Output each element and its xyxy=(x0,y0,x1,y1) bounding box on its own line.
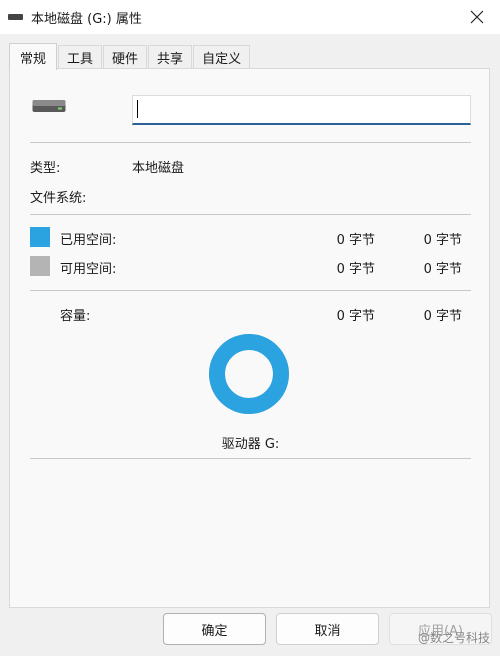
disk-usage-donut xyxy=(209,334,289,414)
free-space-label: 可用空间: xyxy=(60,262,117,277)
title-bar: 本地磁盘 (G:) 属性 xyxy=(0,0,500,34)
tab-general[interactable]: 常规 xyxy=(9,43,58,70)
type-label: 类型: xyxy=(30,161,61,176)
tab-tools[interactable]: 工具 xyxy=(58,45,103,69)
used-space-bytes: 0 字节 xyxy=(336,233,375,248)
donut-used-ring xyxy=(209,334,289,414)
free-space-bytes: 0 字节 xyxy=(336,262,375,277)
type-value: 本地磁盘 xyxy=(132,161,185,176)
capacity-size: 0 字节 xyxy=(423,309,462,324)
free-space-swatch xyxy=(30,256,50,276)
free-space-size: 0 字节 xyxy=(423,262,462,277)
capacity-label: 容量: xyxy=(60,309,91,324)
general-panel: 类型: 本地磁盘 文件系统: 已用空间: 0 字节 0 字节 可用空间: 0 字… xyxy=(9,68,490,608)
tab-hardware[interactable]: 硬件 xyxy=(103,45,148,69)
tab-customize[interactable]: 自定义 xyxy=(193,45,251,69)
close-icon xyxy=(470,10,484,24)
tab-strip: 常规 工具 硬件 共享 自定义 xyxy=(9,43,251,70)
divider xyxy=(30,214,471,215)
close-button[interactable] xyxy=(454,0,500,34)
divider xyxy=(30,290,471,291)
divider xyxy=(30,142,471,143)
drive-letter-label: 驱动器 G: xyxy=(221,437,280,452)
used-space-size: 0 字节 xyxy=(423,233,462,248)
divider xyxy=(30,458,471,459)
filesystem-label: 文件系统: xyxy=(30,191,87,206)
used-space-swatch xyxy=(30,227,50,247)
drive-icon xyxy=(8,14,23,20)
hard-drive-icon xyxy=(32,100,66,112)
used-space-label: 已用空间: xyxy=(60,233,117,248)
cancel-button[interactable]: 取消 xyxy=(276,613,379,645)
window-title: 本地磁盘 (G:) 属性 xyxy=(31,12,142,27)
tab-sharing[interactable]: 共享 xyxy=(148,45,193,69)
capacity-bytes: 0 字节 xyxy=(336,309,375,324)
text-caret xyxy=(137,100,138,118)
volume-name-input[interactable] xyxy=(132,95,471,125)
ok-button[interactable]: 确定 xyxy=(163,613,266,645)
watermark: @数之号科技 xyxy=(417,631,490,645)
